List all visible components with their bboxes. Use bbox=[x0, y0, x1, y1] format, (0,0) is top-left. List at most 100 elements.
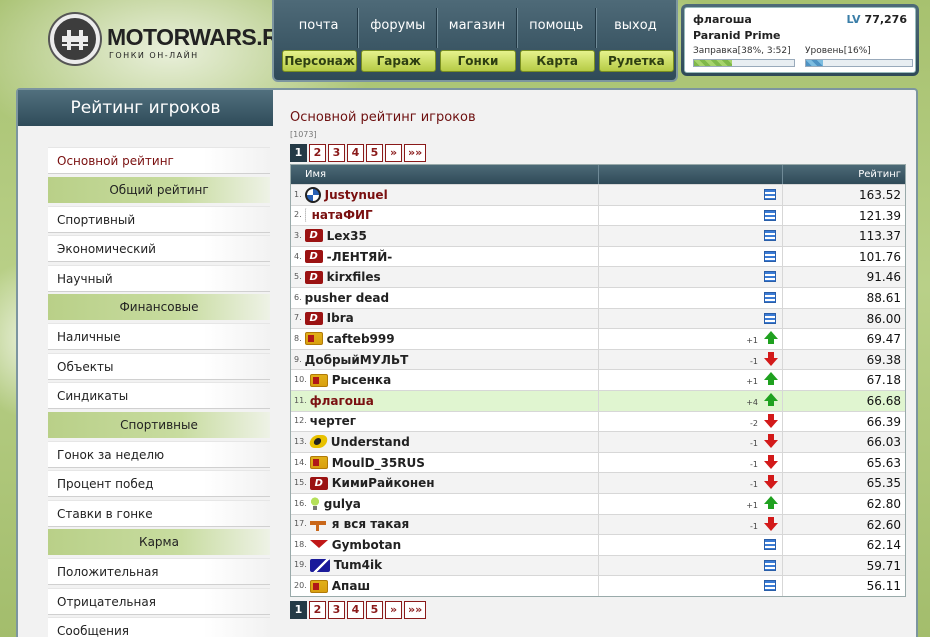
player-name[interactable]: gulya bbox=[324, 494, 361, 514]
sidebar-item[interactable]: Спортивный bbox=[48, 205, 270, 233]
page-link[interactable]: 1 bbox=[290, 144, 307, 162]
rating-value: 69.47 bbox=[866, 332, 901, 347]
pager-top: 1 2 3 4 5»»» bbox=[290, 144, 906, 162]
user-name[interactable]: флагоша bbox=[693, 13, 752, 26]
page-link[interactable]: 3 bbox=[328, 144, 345, 162]
dog-icon[interactable] bbox=[309, 518, 328, 531]
nav-link-help[interactable]: помощь bbox=[516, 8, 596, 48]
page-link[interactable]: 4 bbox=[347, 144, 364, 162]
page-title: Основной рейтинг игроков bbox=[290, 110, 476, 125]
list-icon[interactable] bbox=[764, 250, 776, 262]
player-name[interactable]: флагоша bbox=[310, 391, 374, 411]
nav-link-logout[interactable]: выход bbox=[595, 8, 674, 48]
page-link[interactable]: » bbox=[385, 144, 402, 162]
player-name[interactable]: pusher dead bbox=[305, 288, 389, 308]
flag-icon[interactable] bbox=[304, 332, 323, 346]
sidebar-item[interactable]: Положительная bbox=[48, 558, 270, 585]
player-name[interactable]: kirxfiles bbox=[327, 267, 381, 287]
sidebar-item[interactable]: Отрицательная bbox=[48, 587, 270, 615]
player-name[interactable]: Understand bbox=[331, 432, 410, 452]
nav-link-mail[interactable]: почта bbox=[280, 8, 359, 48]
rank-number: 16. bbox=[294, 498, 307, 508]
sidebar-item[interactable]: Экономический bbox=[48, 235, 270, 262]
sidebar-item[interactable]: Наличные bbox=[48, 323, 270, 350]
page-link[interactable]: » bbox=[385, 600, 402, 619]
page-link[interactable]: 2 bbox=[309, 144, 326, 162]
fuel-label: Заправка[38%, 3:52] bbox=[693, 46, 791, 56]
list-icon[interactable] bbox=[764, 559, 776, 571]
list-icon[interactable] bbox=[764, 209, 776, 221]
player-name[interactable]: Ibra bbox=[327, 308, 354, 328]
page-link[interactable]: 1 bbox=[290, 600, 307, 619]
understand-icon[interactable] bbox=[307, 435, 329, 449]
roulette-button[interactable]: Рулетка bbox=[598, 50, 675, 72]
list-icon[interactable] bbox=[764, 230, 776, 242]
player-name[interactable]: Tum4ik bbox=[334, 555, 382, 575]
races-button[interactable]: Гонки bbox=[440, 50, 516, 72]
character-button[interactable]: Персонаж bbox=[282, 50, 358, 72]
map-button[interactable]: Карта bbox=[519, 50, 595, 72]
d-badge-icon[interactable]: D bbox=[304, 250, 323, 264]
sidebar-item[interactable]: Гонок за неделю bbox=[48, 440, 270, 468]
site-logo[interactable]: MOTORWARS.RU ГОНКИ ОН-ЛАЙН bbox=[50, 12, 295, 72]
flag-icon[interactable] bbox=[309, 579, 328, 593]
sidebar-item[interactable]: Основной рейтинг bbox=[48, 147, 270, 174]
page-link[interactable]: »» bbox=[404, 144, 427, 162]
player-name[interactable]: -ЛЕНТЯЙ- bbox=[327, 247, 393, 267]
player-name[interactable]: Рысенка bbox=[332, 370, 391, 390]
d-badge-icon[interactable]: D bbox=[309, 476, 328, 490]
sidebar-item[interactable]: Процент побед bbox=[48, 470, 270, 497]
player-cell: 17. я вся такая bbox=[291, 514, 599, 535]
player-name[interactable]: MoulD_35RUS bbox=[332, 453, 425, 473]
nav-link-forums[interactable]: форумы bbox=[358, 8, 438, 48]
d-badge-icon[interactable]: D bbox=[304, 311, 323, 325]
bmw-icon[interactable] bbox=[304, 186, 321, 203]
fuel-progress-bar bbox=[693, 59, 795, 67]
table-row: 20. Апаш 56.11 bbox=[291, 575, 905, 596]
list-icon[interactable] bbox=[764, 312, 776, 324]
sidebar-item[interactable]: Сообщения bbox=[48, 617, 270, 637]
nav-link-shop[interactable]: магазин bbox=[437, 8, 517, 48]
sidebar-item[interactable]: Научный bbox=[48, 264, 270, 292]
logo-title: MOTORWARS.RU bbox=[107, 24, 295, 50]
page-link[interactable]: 2 bbox=[309, 600, 326, 619]
list-icon[interactable] bbox=[764, 539, 776, 551]
bird-icon[interactable] bbox=[309, 538, 328, 551]
dots-icon[interactable] bbox=[304, 208, 308, 223]
sidebar-item[interactable]: Объекты bbox=[48, 352, 270, 380]
page-link[interactable]: »» bbox=[404, 600, 427, 619]
flag-icon[interactable] bbox=[309, 373, 328, 387]
flag-icon[interactable] bbox=[309, 456, 328, 470]
level-label: LV bbox=[846, 13, 861, 26]
page-link[interactable]: 3 bbox=[328, 600, 345, 619]
player-name[interactable]: КимиРайконен bbox=[332, 473, 435, 493]
pager-bottom: 1 2 3 4 5»»» bbox=[290, 600, 906, 619]
list-icon[interactable] bbox=[764, 580, 776, 592]
change-cell: -1 bbox=[599, 452, 783, 473]
page-link[interactable]: 4 bbox=[347, 600, 364, 619]
triangle-flag-icon[interactable] bbox=[309, 558, 330, 572]
player-name[interactable]: cafteb999 bbox=[327, 329, 395, 349]
player-name[interactable]: натаФИГ bbox=[312, 205, 373, 225]
sidebar-item[interactable]: Ставки в гонке bbox=[48, 499, 270, 527]
player-name[interactable]: чертег bbox=[310, 411, 356, 431]
sidebar-item[interactable]: Синдикаты bbox=[48, 382, 270, 409]
player-name[interactable]: ДобрыйМУЛЬТ bbox=[305, 350, 409, 370]
player-name[interactable]: Gymbotan bbox=[332, 535, 401, 555]
player-name[interactable]: Lex35 bbox=[327, 226, 367, 246]
list-icon[interactable] bbox=[764, 189, 776, 200]
player-name[interactable]: Justynuel bbox=[325, 185, 388, 205]
page-link[interactable]: 5 bbox=[366, 600, 383, 619]
rank-change: -1 bbox=[750, 459, 758, 469]
player-name[interactable]: я вся такая bbox=[332, 514, 409, 534]
column-spacer bbox=[599, 165, 783, 184]
garage-button[interactable]: Гараж bbox=[361, 50, 437, 72]
list-icon[interactable] bbox=[764, 291, 776, 303]
page-link[interactable]: 5 bbox=[366, 144, 383, 162]
player-name[interactable]: Апаш bbox=[332, 576, 370, 596]
d-badge-icon[interactable]: D bbox=[304, 270, 323, 284]
bulb-icon[interactable] bbox=[309, 497, 320, 511]
list-icon[interactable] bbox=[764, 271, 776, 283]
d-badge-icon[interactable]: D bbox=[304, 229, 323, 243]
table-row: 15. D КимиРайконен -1 65.35 bbox=[291, 472, 905, 493]
